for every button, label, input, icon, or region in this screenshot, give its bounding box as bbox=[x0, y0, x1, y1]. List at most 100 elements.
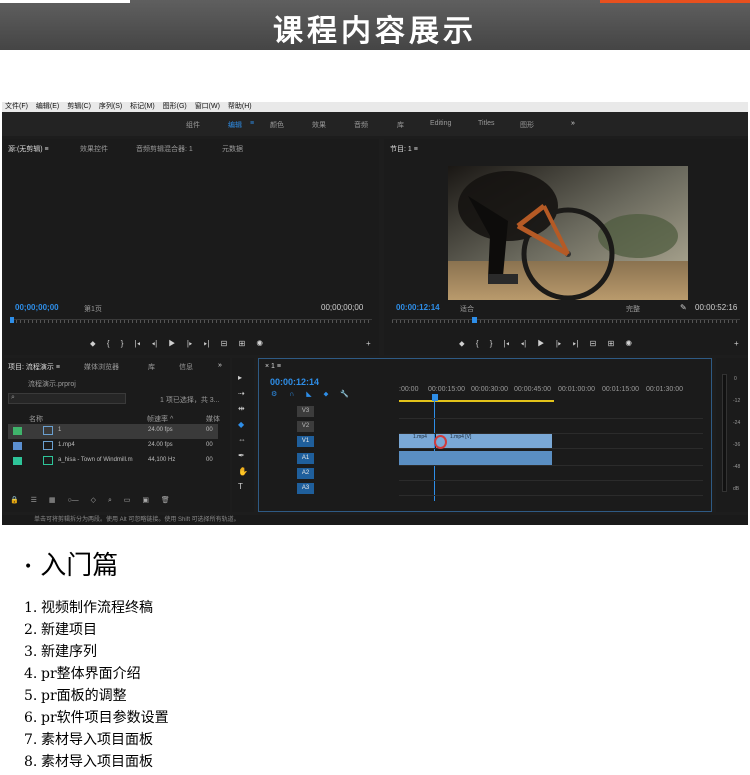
workspace-titles[interactable]: Titles bbox=[478, 120, 494, 127]
project-footer-tools[interactable]: 🔒 ☰ ▦ ○— ◇ ⌕ ▭ ▣ 🗑 bbox=[10, 496, 170, 505]
list-number: 1. bbox=[24, 600, 38, 616]
track-label: A3 bbox=[297, 483, 314, 494]
project-item-row[interactable]: a_hisa - Town of Windmill.m 44,100 Hz 00 bbox=[8, 454, 218, 469]
workspace-assembly[interactable]: 组件 bbox=[186, 120, 200, 130]
menu-help[interactable]: 帮助(H) bbox=[228, 103, 252, 110]
program-playhead[interactable] bbox=[472, 317, 477, 323]
col-media-header[interactable]: 媒体 bbox=[206, 414, 220, 424]
tab-source[interactable]: 源:(无剪辑) ≡ bbox=[8, 144, 49, 154]
label-swatch bbox=[13, 457, 22, 465]
source-add-button-icon[interactable]: + bbox=[366, 339, 371, 348]
workspace-overflow-icon[interactable]: » bbox=[571, 120, 575, 127]
menu-clip[interactable]: 剪辑(C) bbox=[67, 103, 91, 110]
workspace-editing-en[interactable]: Editing bbox=[430, 120, 451, 127]
workspace-color[interactable]: 颜色 bbox=[270, 120, 284, 130]
tab-program[interactable]: 节目: 1 ≡ bbox=[390, 144, 418, 154]
clip-label: 1.mp4 [V] bbox=[450, 434, 472, 440]
tab-effect-controls[interactable]: 效果控件 bbox=[80, 144, 108, 154]
tab-library[interactable]: 库 bbox=[148, 362, 155, 372]
tab-media-browser[interactable]: 媒体浏览器 bbox=[84, 362, 119, 372]
project-search-input[interactable]: ⌕ bbox=[8, 393, 126, 404]
meter-tick: 0 bbox=[734, 376, 737, 382]
program-video-frame bbox=[448, 166, 688, 300]
meter-tick: -36 bbox=[733, 442, 741, 448]
project-item-row[interactable]: 1.mp4 24.00 fps 00 bbox=[8, 439, 218, 454]
program-transport-controls[interactable]: ⬥ { } |◂ ◂| ▶ |▸ ▸| ⊟ ⊞ ◉ bbox=[459, 339, 632, 349]
list-item: 5. pr面板的调整 bbox=[24, 687, 169, 709]
track-label: V3 bbox=[297, 406, 314, 417]
menu-window[interactable]: 窗口(W) bbox=[195, 103, 220, 110]
timeline-playhead-handle[interactable] bbox=[432, 394, 438, 401]
ruler-label: 00:00:30:00 bbox=[471, 386, 508, 393]
lane-a3[interactable] bbox=[399, 481, 703, 496]
ruler-label: 00:00:45:00 bbox=[514, 386, 551, 393]
project-file-name: 流程演示.prproj bbox=[28, 381, 76, 388]
col-name-header[interactable]: 名称 bbox=[29, 414, 43, 424]
lane-v3[interactable] bbox=[399, 404, 703, 419]
tab-project[interactable]: 项目: 流程演示 ≡ bbox=[8, 362, 60, 372]
tab-audio-clip-mixer[interactable]: 音频剪辑混合器: 1 bbox=[136, 144, 193, 154]
menu-markers[interactable]: 标记(M) bbox=[130, 103, 155, 110]
menu-edit[interactable]: 编辑(E) bbox=[36, 103, 59, 110]
workspace-editing[interactable]: 编辑 bbox=[228, 120, 242, 130]
track-header-v1[interactable]: V1 bbox=[274, 434, 399, 449]
workspace-effects[interactable]: 效果 bbox=[312, 120, 326, 130]
meter-tick: -24 bbox=[733, 420, 741, 426]
source-timecode[interactable]: 00;00;00;00 bbox=[15, 303, 59, 312]
track-header-a1[interactable]: A1 bbox=[274, 451, 399, 466]
list-number: 2. bbox=[24, 622, 38, 638]
project-panel: 项目: 流程演示 ≡ 媒体浏览器 库 信息 » 流程演示.prproj ⌕ 1 … bbox=[4, 358, 230, 512]
list-number: 5. bbox=[24, 688, 38, 704]
source-transport-controls[interactable]: ⬥ { } |◂ ◂| ▶ |▸ ▸| ⊟ ⊞ ◉ bbox=[90, 339, 263, 349]
track-label: V1 bbox=[297, 436, 314, 447]
program-add-button-icon[interactable]: + bbox=[734, 339, 739, 348]
lane-a2[interactable] bbox=[399, 466, 703, 481]
menu-graphics[interactable]: 图形(G) bbox=[163, 103, 187, 110]
project-item-row[interactable]: 1 24.00 fps 00 bbox=[8, 424, 218, 439]
source-playhead[interactable] bbox=[10, 317, 14, 323]
list-item: 1. 视频制作流程终稿 bbox=[24, 599, 169, 621]
track-label: A1 bbox=[297, 453, 314, 464]
tab-overflow-icon[interactable]: » bbox=[218, 362, 222, 369]
work-area-bar[interactable] bbox=[399, 400, 554, 402]
lesson-title: 素材导入项目面板 bbox=[41, 754, 153, 770]
source-ruler[interactable] bbox=[12, 319, 372, 329]
lane-v2[interactable] bbox=[399, 419, 703, 434]
audio-clip[interactable] bbox=[399, 451, 552, 465]
workspace-graphics[interactable]: 图形 bbox=[520, 120, 534, 130]
status-text: 单击可将剪辑拆分为两段。使用 Alt 可忽略链接。使用 Shift 可选择所有轨… bbox=[34, 517, 240, 523]
ruler-label: 00:01:00:00 bbox=[558, 386, 595, 393]
timeline-tool-icons[interactable]: ⚙ ∩ ◣ ⬥ 🔧 bbox=[271, 390, 349, 399]
col-fps-header[interactable]: 帧速率 ^ bbox=[147, 414, 173, 424]
list-item: 6. pr软件项目参数设置 bbox=[24, 709, 169, 731]
project-selection-count: 1 项已选择，共 3... bbox=[160, 397, 220, 404]
track-header-a2[interactable]: A2 bbox=[274, 466, 399, 481]
tab-metadata[interactable]: 元数据 bbox=[222, 144, 243, 154]
workspace-menu-icon[interactable]: ≡ bbox=[250, 120, 254, 127]
tab-info[interactable]: 信息 bbox=[179, 362, 193, 372]
menu-file[interactable]: 文件(F) bbox=[5, 103, 28, 110]
program-timecode[interactable]: 00:00:12:14 bbox=[396, 303, 440, 312]
program-ruler[interactable] bbox=[392, 319, 740, 329]
track-header-v3[interactable]: V3 bbox=[274, 404, 399, 419]
label-swatch bbox=[13, 442, 22, 450]
item-media: 00 bbox=[206, 457, 213, 463]
program-fit-select[interactable]: 适合 bbox=[460, 304, 474, 314]
item-fps: 24.00 fps bbox=[148, 442, 173, 448]
tab-sequence[interactable]: × 1 ≡ bbox=[265, 363, 281, 370]
video-clip[interactable]: 1.mp4 bbox=[399, 434, 434, 448]
wrench-icon[interactable]: ✎ bbox=[680, 303, 687, 312]
item-name: a_hisa - Town of Windmill.m bbox=[58, 457, 133, 463]
program-quality-select[interactable]: 完整 bbox=[626, 304, 640, 314]
track-header-a3[interactable]: A3 bbox=[274, 481, 399, 496]
source-page-select[interactable]: 第1页 bbox=[84, 304, 102, 314]
timeline-timecode[interactable]: 00:00:12:14 bbox=[270, 377, 319, 387]
list-item: 2. 新建项目 bbox=[24, 621, 169, 643]
workspace-libraries[interactable]: 库 bbox=[397, 120, 404, 130]
track-header-v2[interactable]: V2 bbox=[274, 419, 399, 434]
tool-icons[interactable]: ▸ ⇢ ⇹ ◆ ⇔ ✒ ✋ T bbox=[238, 370, 248, 495]
menu-sequence[interactable]: 序列(S) bbox=[99, 103, 122, 110]
workspace-audio[interactable]: 音频 bbox=[354, 120, 368, 130]
video-clip[interactable]: 1.mp4 [V] bbox=[436, 434, 552, 448]
sequence-icon bbox=[43, 426, 53, 435]
